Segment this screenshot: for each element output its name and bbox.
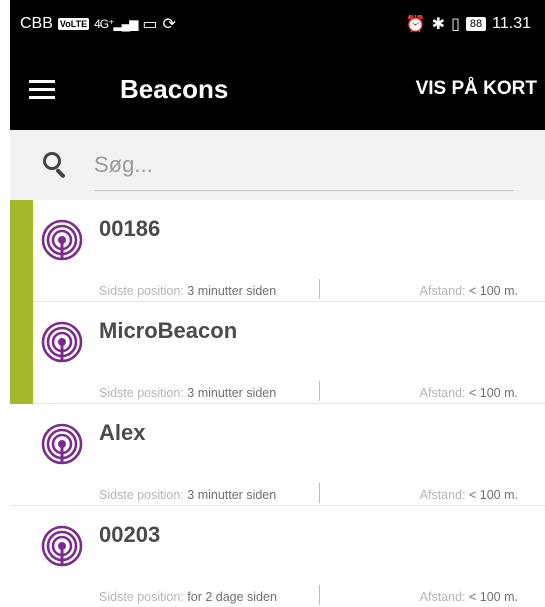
beacon-name: 00203: [99, 522, 161, 547]
divider: [319, 483, 320, 503]
last-position: Sidste position: 3 minutter siden: [99, 386, 277, 400]
sync-icon: ⟳: [162, 16, 176, 33]
show-on-map-button[interactable]: VIS PÅ KORT: [416, 78, 537, 100]
search-icon[interactable]: [42, 151, 70, 179]
list-item[interactable]: 00203 Sidste position: for 2 dage siden …: [10, 506, 545, 607]
bluetooth-icon: ✱: [431, 16, 446, 33]
distance: Afstand: < 100 m.: [419, 488, 518, 502]
alarm-icon: ⏰: [405, 16, 426, 33]
search-input[interactable]: [94, 139, 514, 191]
hamburger-menu-icon[interactable]: [10, 48, 74, 130]
beacon-list: 00186 Sidste position: 3 minutter siden …: [10, 200, 545, 607]
last-position: Sidste position: for 2 dage siden: [99, 590, 277, 604]
beacon-signal-icon: [41, 525, 83, 567]
last-position: Sidste position: 3 minutter siden: [99, 284, 277, 298]
cast-icon: ▭: [142, 16, 158, 33]
clock: 11.31: [492, 15, 531, 32]
beacon-signal-icon: [41, 219, 83, 261]
list-item[interactable]: MicroBeacon Sidste position: 3 minutter …: [10, 302, 545, 404]
divider: [319, 585, 320, 605]
app-bar: Beacons VIS PÅ KORT: [10, 48, 545, 130]
vibrate-icon: ▯: [451, 16, 460, 33]
distance: Afstand: < 100 m.: [419, 284, 518, 298]
battery-icon: 88: [465, 17, 487, 31]
status-bar-indicator: [10, 506, 33, 607]
status-right: ⏰ ✱ ▯ 88 11.31: [406, 14, 531, 34]
status-bar-indicator: [10, 404, 33, 506]
beacon-name: 00186: [99, 216, 161, 241]
volte-badge: VoLTE: [57, 18, 90, 30]
beacon-signal-icon: [41, 321, 83, 363]
search-bar: [10, 130, 545, 200]
carrier-name: CBB: [20, 15, 53, 32]
status-bar-indicator: [10, 200, 33, 302]
list-item[interactable]: 00186 Sidste position: 3 minutter siden …: [10, 200, 545, 302]
distance: Afstand: < 100 m.: [419, 590, 518, 604]
distance: Afstand: < 100 m.: [419, 386, 518, 400]
page-title: Beacons: [120, 73, 229, 104]
beacon-name: Alex: [99, 420, 146, 445]
divider: [319, 279, 320, 299]
beacon-name: MicroBeacon: [99, 318, 238, 343]
last-position: Sidste position: 3 minutter siden: [99, 488, 277, 502]
status-left: CBB VoLTE 4G⁺▂▄▆ ▭ ⟳: [20, 14, 176, 34]
list-item[interactable]: Alex Sidste position: 3 minutter siden A…: [10, 404, 545, 506]
divider: [319, 381, 320, 401]
status-bar: CBB VoLTE 4G⁺▂▄▆ ▭ ⟳ ⏰ ✱ ▯ 88 11.31: [10, 0, 545, 48]
status-bar-indicator: [10, 302, 33, 404]
beacon-signal-icon: [41, 423, 83, 465]
network-indicator: 4G⁺▂▄▆: [94, 17, 138, 31]
